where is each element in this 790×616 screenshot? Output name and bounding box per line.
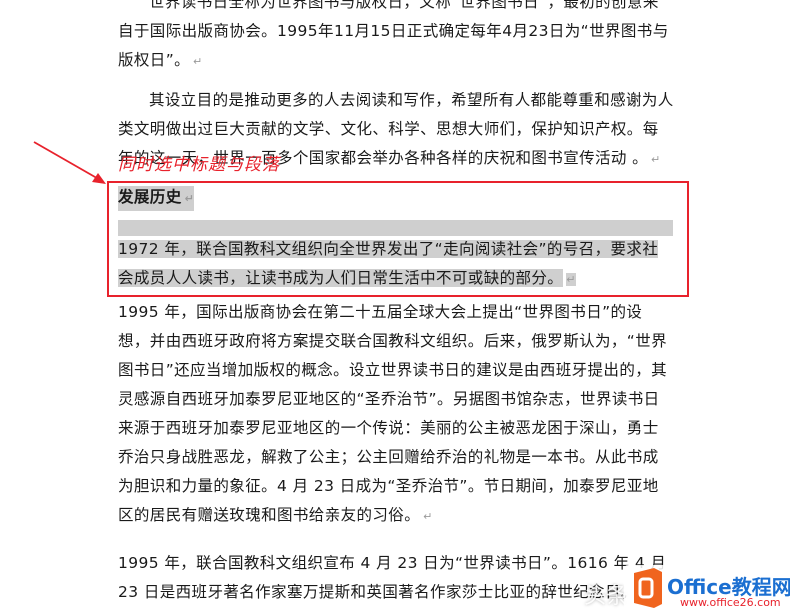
highlight-box [107,181,689,297]
document-page[interactable]: 世界读书日全称为世界图书与版权日，又称“世界图书日”，最初的创意来自于国际出版商… [0,0,790,616]
paragraph-mark: ↵ [651,153,661,166]
annotation-label: 同时选中标题与段落 [118,155,280,175]
watermark-site-url: www.office26.com [680,596,781,609]
paragraph-mark: ↵ [423,510,433,523]
paragraph-mark: ↵ [193,55,203,68]
paragraph-1995-a[interactable]: 1995 年，国际出版商协会在第二十五届全球大会上提出“世界图书日”的设想，并由… [118,298,674,531]
paragraph-intro[interactable]: 世界读书日全称为世界图书与版权日，又称“世界图书日”，最初的创意来自于国际出版商… [118,0,674,76]
watermark-source: 头条 [584,584,629,609]
paragraph-1995-a-text: 1995 年，国际出版商协会在第二十五届全球大会上提出“世界图书日”的设想，并由… [118,303,668,524]
annotation-arrow-icon [33,141,106,184]
